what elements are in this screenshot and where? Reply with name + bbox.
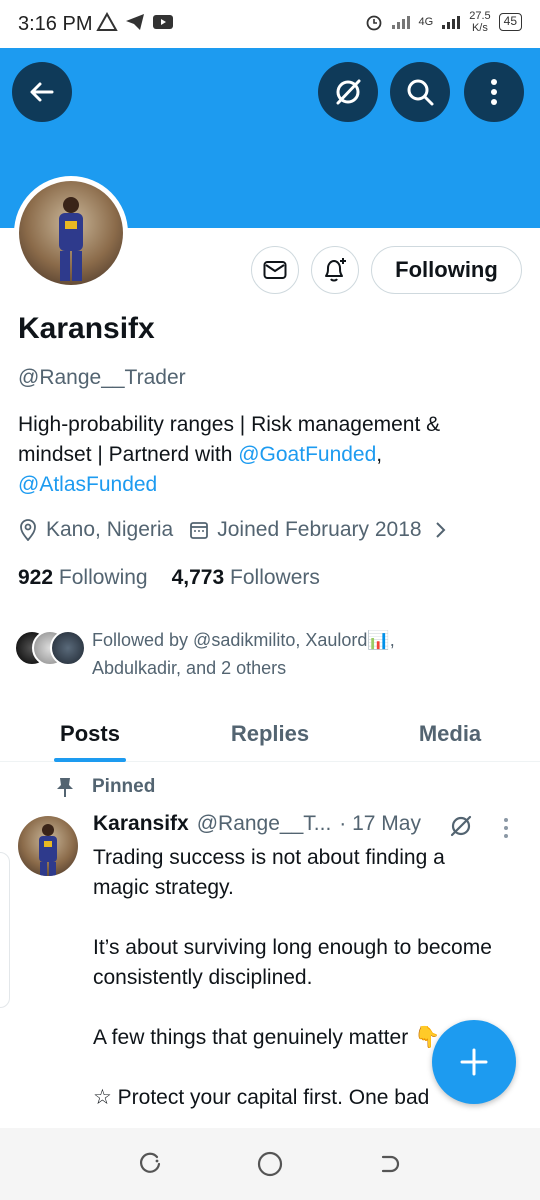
followed-by-text: Followed by @sadikmilito, Xaulord📊, Abdu… [92, 630, 395, 678]
arrow-left-icon [30, 82, 54, 102]
more-vertical-icon [504, 818, 508, 838]
system-nav-bar [0, 1128, 540, 1200]
profile-handle: @Range__Trader [18, 366, 186, 389]
calendar-icon [189, 520, 209, 540]
followers-avatar-stack [14, 626, 90, 666]
post-paragraph: Trading success is not about finding a m… [93, 846, 445, 899]
mail-icon [263, 261, 287, 279]
status-time: 3:16 PM [18, 13, 93, 35]
joined-text: Joined February 2018 [217, 518, 422, 541]
back-button[interactable] [12, 62, 72, 122]
avatar-photo [19, 181, 123, 285]
signal-icon [391, 16, 410, 29]
post-grok-button[interactable] [448, 813, 474, 844]
profile-tabs: Posts Replies Media [0, 706, 540, 762]
following-count: 922 [18, 566, 54, 589]
display-name: Karansifx [18, 312, 155, 345]
following-button[interactable]: Following [371, 246, 522, 294]
search-button[interactable] [390, 62, 450, 122]
grok-button[interactable] [318, 62, 378, 122]
post-header: Karansifx @Range__T... · 17 May [93, 812, 421, 836]
post-paragraph: It’s about surviving long enough to beco… [93, 936, 492, 989]
pin-icon [57, 778, 73, 797]
tab-label: Replies [230, 720, 310, 746]
profile-meta: Kano, Nigeria Joined February 2018 [18, 518, 454, 542]
tab-media[interactable]: Media [360, 706, 540, 761]
chevron-right-icon[interactable] [434, 521, 446, 539]
tab-posts[interactable]: Posts [0, 706, 180, 762]
grok-icon [336, 79, 361, 105]
post-author-handle[interactable]: @Range__T... [197, 812, 332, 836]
tab-replies[interactable]: Replies [180, 706, 360, 761]
network-type: 4G [418, 16, 434, 28]
net-speed-value: 27.5 [469, 10, 491, 22]
status-system-icons: 4G 27.5 K/s 45 [365, 10, 522, 34]
location-icon [18, 519, 38, 541]
post-more-button[interactable] [502, 817, 510, 844]
post-author-avatar[interactable] [18, 816, 78, 876]
youtube-icon [153, 15, 173, 29]
plus-icon [460, 1048, 488, 1076]
compose-button[interactable] [432, 1020, 516, 1104]
alarm-icon [366, 15, 381, 31]
post-author-name[interactable]: Karansifx [93, 812, 189, 836]
more-vertical-icon [491, 79, 497, 105]
follow-stats: 922 Following 4,773 Followers [18, 566, 320, 590]
search-icon [407, 79, 434, 106]
battery-indicator: 45 [498, 13, 522, 31]
player-figure [59, 197, 83, 281]
followers-stat[interactable]: 4,773 Followers [172, 566, 320, 590]
net-speed-unit: K/s [471, 22, 488, 34]
active-tab-indicator [54, 758, 126, 762]
recent-apps-icon[interactable] [137, 1151, 163, 1177]
grok-icon [450, 815, 472, 837]
bell-plus-icon [325, 258, 346, 282]
mention-link-goatfunded[interactable]: @GoatFunded [238, 443, 376, 466]
followers-count: 4,773 [171, 566, 225, 589]
status-notification-icons [96, 12, 174, 32]
status-bar: 3:16 PM 4G 27.5 K/s 45 [0, 0, 540, 48]
followed-by-section[interactable]: Followed by @sadikmilito, Xaulord📊, Abdu… [14, 626, 452, 682]
signal-icon-2 [442, 16, 461, 29]
notify-button[interactable] [311, 246, 359, 294]
tab-label: Media [418, 720, 482, 746]
message-button[interactable] [251, 246, 299, 294]
post-date[interactable]: · 17 May [339, 812, 421, 836]
net-speed: 27.5 K/s [469, 10, 490, 34]
home-icon[interactable] [256, 1150, 284, 1178]
side-panel-handle[interactable] [0, 852, 10, 1008]
post-paragraph: ☆ Protect your capital first. One bad [93, 1086, 430, 1109]
avatar [50, 630, 86, 666]
bio-separator: , [376, 443, 383, 466]
telegram-icon [126, 14, 144, 30]
player-figure [39, 824, 57, 876]
following-stat[interactable]: 922 Following [18, 566, 148, 590]
pinned-label: Pinned [56, 776, 155, 798]
back-nav-icon[interactable] [377, 1151, 403, 1177]
profile-bio: High-probability ranges | Risk managemen… [18, 410, 518, 500]
more-options-button[interactable] [464, 62, 524, 122]
following-label: Following [58, 566, 148, 589]
mention-link-atlasfunded[interactable]: @AtlasFunded [18, 473, 157, 496]
location-text: Kano, Nigeria [46, 518, 174, 541]
pinned-text: Pinned [92, 776, 156, 797]
followers-label: Followers [230, 566, 320, 589]
profile-avatar[interactable] [14, 176, 128, 290]
post-body[interactable]: Trading success is not about finding a m… [93, 843, 493, 1143]
warning-icon [96, 12, 118, 31]
tab-label: Posts [60, 720, 120, 746]
